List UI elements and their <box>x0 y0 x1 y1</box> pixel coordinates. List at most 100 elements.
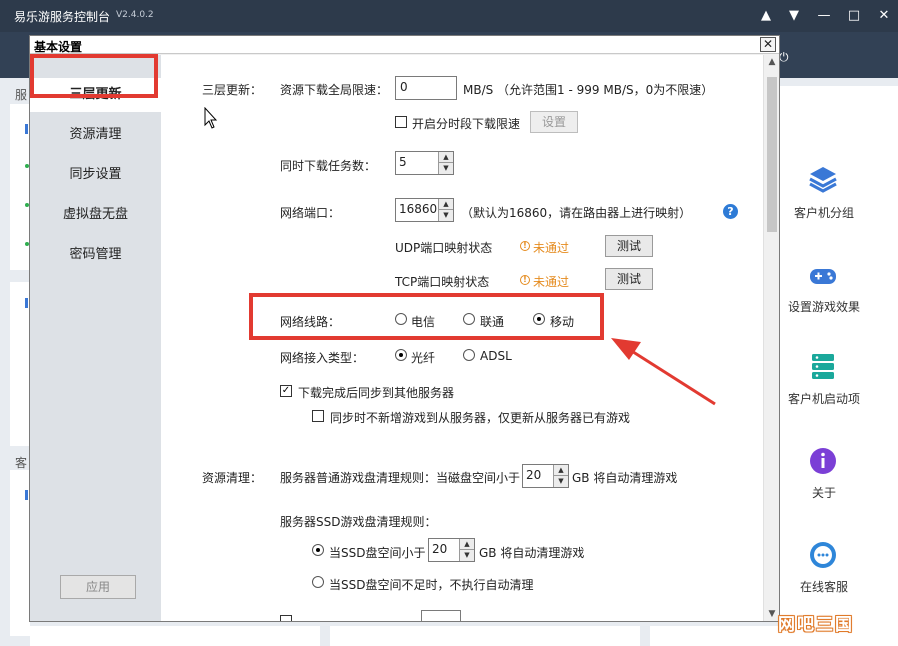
layers-icon <box>809 167 837 193</box>
bg-card <box>30 626 320 646</box>
scroll-up-icon[interactable]: ▲ <box>764 55 780 69</box>
power-icon[interactable]: ⏻ <box>779 50 789 65</box>
close-icon[interactable]: ✕ <box>874 6 894 26</box>
app-title: 易乐游服务控制台 <box>14 10 111 24</box>
download-tasks-value: 5 <box>399 155 407 169</box>
sync-after-download-label: 下载完成后同步到其他服务器 <box>298 386 455 400</box>
ssd-rule-label: 服务器SSD游戏盘清理规则： <box>280 515 437 529</box>
tcp-status-label: TCP端口映射状态 <box>395 275 490 289</box>
stepper-up-icon[interactable]: ▲ <box>554 465 568 476</box>
bg-marker <box>25 490 28 500</box>
speed-limit-label: 资源下载全局限速： <box>280 83 389 97</box>
udp-status-label: UDP端口映射状态 <box>395 241 493 255</box>
mouse-cursor-icon <box>204 107 218 129</box>
annotation-arrow-icon <box>611 338 716 406</box>
stepper-down-icon[interactable]: ▼ <box>554 476 568 487</box>
watermark-logo: 网吧三国 <box>778 615 854 635</box>
highlight-box-nav <box>30 54 158 98</box>
cut-off-checkbox[interactable] <box>280 615 292 621</box>
dialog-titlebar: 基本设置 ✕ <box>30 36 779 54</box>
minimize-icon[interactable]: — <box>814 6 834 26</box>
menu-dropdown-icon[interactable]: ▼ <box>784 6 804 26</box>
side-label: 客户机启动项 <box>787 392 860 406</box>
tcp-test-button[interactable]: 测试 <box>605 268 653 290</box>
network-port-label: 网络端口： <box>280 206 341 220</box>
section-label-three-layer: 三层更新： <box>202 83 263 97</box>
help-icon[interactable]: ? <box>723 204 738 219</box>
cleanup-rule-suffix: GB 将自动清理游戏 <box>572 471 678 485</box>
dialog-title: 基本设置 <box>34 40 83 54</box>
bg-section-label: 客 <box>15 456 28 470</box>
ssd-option-threshold-suffix: GB 将自动清理游戏 <box>479 546 585 560</box>
access-type-label: 网络接入类型： <box>280 351 365 365</box>
ssd-radio-no-cleanup[interactable] <box>312 576 324 588</box>
warning-icon: ! <box>520 241 530 251</box>
bg-marker <box>25 298 28 308</box>
bg-card <box>650 626 898 646</box>
download-tasks-label: 同时下载任务数： <box>280 159 377 173</box>
side-label: 关于 <box>811 486 836 500</box>
cut-off-input[interactable] <box>421 610 461 621</box>
udp-status-value: 未通过 <box>533 241 570 255</box>
warning-icon: ! <box>520 275 530 285</box>
dialog-close-button[interactable]: ✕ <box>760 37 776 52</box>
side-label: 在线客服 <box>799 580 848 594</box>
download-tasks-stepper[interactable]: 5 ▲ ▼ <box>395 151 454 175</box>
bg-card <box>330 626 640 646</box>
cleanup-threshold-stepper[interactable]: 20 ▲ ▼ <box>522 464 569 488</box>
stepper-up-icon[interactable]: ▲ <box>439 152 453 163</box>
bg-marker <box>25 124 28 134</box>
nav-item-virtual-disk[interactable]: 虚拟盘无盘 <box>30 198 161 232</box>
ssd-radio-threshold[interactable] <box>312 544 324 556</box>
scrollbar-thumb[interactable] <box>767 77 777 232</box>
network-port-hint: （默认为16860，请在路由器上进行映射） <box>461 206 692 220</box>
stepper-up-icon[interactable]: ▲ <box>439 199 453 210</box>
apply-button[interactable]: 应用 <box>60 575 136 599</box>
chat-icon <box>810 542 836 568</box>
period-limit-checkbox[interactable] <box>395 116 407 128</box>
nav-item-password[interactable]: 密码管理 <box>30 238 161 272</box>
ssd-option-no-cleanup: 当SSD盘空间不足时，不执行自动清理 <box>329 578 534 592</box>
quick-panel: 客户机分组 设置游戏效果 客户机启动项 关于 在线客服 <box>780 86 898 626</box>
maximize-icon[interactable]: □ <box>844 6 864 26</box>
settings-nav: 三层更新 资源清理 同步设置 虚拟盘无盘 密码管理 应用 <box>30 55 161 621</box>
sync-no-new-label: 同步时不新增游戏到从服务器，仅更新从服务器已有游戏 <box>330 411 631 425</box>
side-label: 客户机分组 <box>793 206 854 220</box>
access-option-adsl: ADSL <box>480 349 512 363</box>
stepper-down-icon[interactable]: ▼ <box>439 163 453 174</box>
bg-section-label: 服 <box>15 88 28 102</box>
ssd-threshold-stepper[interactable]: 20 ▲ ▼ <box>428 538 475 562</box>
info-icon <box>810 448 836 474</box>
stepper-down-icon[interactable]: ▼ <box>460 550 474 561</box>
highlight-box-network-line <box>249 293 604 340</box>
access-radio-adsl[interactable] <box>463 349 475 361</box>
server-icon <box>812 354 834 379</box>
nav-item-sync-settings[interactable]: 同步设置 <box>30 158 161 192</box>
period-settings-button[interactable]: 设置 <box>530 111 578 133</box>
udp-test-button[interactable]: 测试 <box>605 235 653 257</box>
access-option-fiber: 光纤 <box>411 351 436 365</box>
side-label: 设置游戏效果 <box>787 300 860 314</box>
stepper-down-icon[interactable]: ▼ <box>439 210 453 221</box>
speed-limit-input[interactable]: 0 <box>395 76 457 100</box>
access-radio-fiber[interactable] <box>395 349 407 361</box>
period-limit-label: 开启分时段下载限速 <box>412 117 521 131</box>
cleanup-rule-prefix: 服务器普通游戏盘清理规则：当磁盘空间小于 <box>280 471 521 485</box>
sync-after-download-checkbox[interactable]: ✓ <box>280 385 292 397</box>
skin-icon[interactable]: ▲ <box>756 6 776 26</box>
network-port-stepper[interactable]: 16860 ▲ ▼ <box>395 198 454 222</box>
ssd-threshold-value: 20 <box>432 542 448 556</box>
network-port-value: 16860 <box>399 202 438 216</box>
app-titlebar: 易乐游服务控制台 V2.4.0.2 ▲ ▼ — □ ✕ <box>0 0 898 32</box>
tcp-status-value: 未通过 <box>533 275 570 289</box>
cleanup-threshold-value: 20 <box>526 468 542 482</box>
ssd-option-threshold-prefix: 当SSD盘空间小于 <box>329 546 426 560</box>
stepper-up-icon[interactable]: ▲ <box>460 539 474 550</box>
gamepad-icon <box>810 269 836 284</box>
sync-no-new-checkbox[interactable] <box>312 410 324 422</box>
content-scrollbar[interactable]: ▲ ▼ <box>763 55 779 621</box>
speed-limit-unit: MB/S （允许范围1 - 999 MB/S，0为不限速） <box>463 83 714 97</box>
section-label-cleanup: 资源清理： <box>202 471 263 485</box>
nav-item-resource-cleanup[interactable]: 资源清理 <box>30 118 161 152</box>
app-version: V2.4.0.2 <box>116 10 154 20</box>
